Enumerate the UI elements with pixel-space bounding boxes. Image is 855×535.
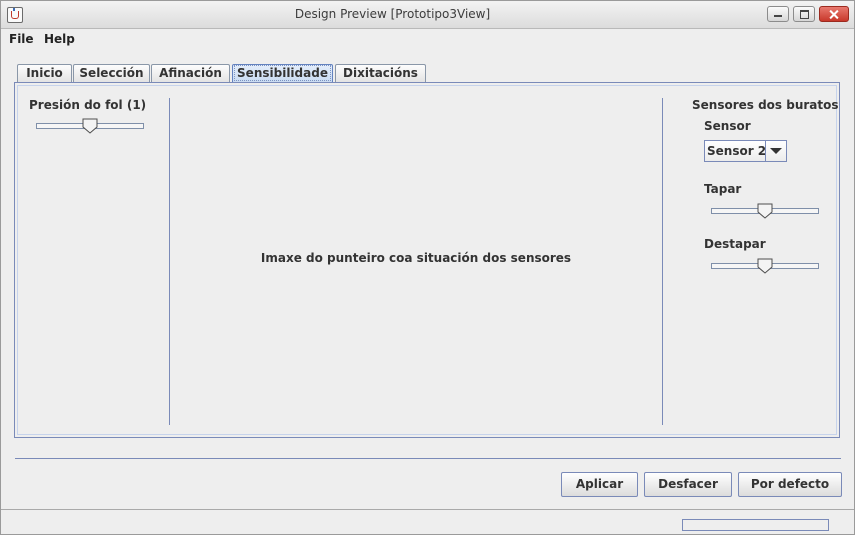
tab-label: Inicio bbox=[26, 66, 63, 80]
cover-label: Tapar bbox=[704, 182, 742, 196]
tab-sensibilidade[interactable]: Sensibilidade bbox=[232, 64, 333, 83]
app-window: Design Preview [Prototipo3View] File Hel… bbox=[0, 0, 855, 535]
cover-slider[interactable] bbox=[711, 203, 821, 219]
sensor-label: Sensor bbox=[704, 119, 751, 133]
tab-label: Afinación bbox=[159, 66, 222, 80]
menu-file[interactable]: File bbox=[9, 32, 34, 46]
hole-sensors-title: Sensores dos buratos bbox=[692, 98, 839, 112]
undo-button[interactable]: Desfacer bbox=[644, 472, 732, 497]
minimize-button[interactable] bbox=[767, 6, 789, 22]
progress-bar bbox=[682, 519, 829, 531]
right-divider bbox=[662, 98, 663, 425]
chevron-down-icon[interactable] bbox=[765, 141, 786, 161]
sensor-select-value: Sensor 2 bbox=[707, 144, 767, 158]
tab-seleccion[interactable]: Selección bbox=[73, 64, 150, 82]
tab-label: Dixitacións bbox=[343, 66, 418, 80]
uncover-label: Destapar bbox=[704, 237, 766, 251]
bellows-pressure-slider[interactable] bbox=[36, 118, 146, 134]
tab-dixitacions[interactable]: Dixitacións bbox=[335, 64, 426, 82]
sensor-select[interactable]: Sensor 2 bbox=[704, 140, 787, 162]
tab-label: Selección bbox=[79, 66, 144, 80]
tab-label: Sensibilidade bbox=[234, 65, 331, 81]
menu-help[interactable]: Help bbox=[44, 32, 75, 46]
bottom-divider bbox=[15, 458, 841, 459]
menu-bar: File Help bbox=[1, 29, 854, 49]
title-bar[interactable]: Design Preview [Prototipo3View] bbox=[1, 1, 854, 29]
uncover-slider[interactable] bbox=[711, 258, 821, 274]
apply-button[interactable]: Aplicar bbox=[561, 472, 638, 497]
slider-thumb[interactable] bbox=[757, 258, 773, 274]
window-title: Design Preview [Prototipo3View] bbox=[294, 7, 491, 21]
bellows-pressure-label: Presión do fol (1) bbox=[29, 98, 147, 112]
slider-thumb[interactable] bbox=[82, 118, 98, 134]
maximize-button[interactable] bbox=[793, 6, 815, 22]
status-bar bbox=[1, 509, 854, 534]
chanter-image-placeholder: Imaxe do punteiro coa situación dos sens… bbox=[260, 251, 572, 265]
close-button[interactable] bbox=[819, 6, 849, 22]
left-divider bbox=[169, 98, 170, 425]
tab-afinacion[interactable]: Afinación bbox=[151, 64, 230, 82]
tab-inicio[interactable]: Inicio bbox=[17, 64, 72, 82]
slider-thumb[interactable] bbox=[757, 203, 773, 219]
default-button[interactable]: Por defecto bbox=[738, 472, 842, 497]
